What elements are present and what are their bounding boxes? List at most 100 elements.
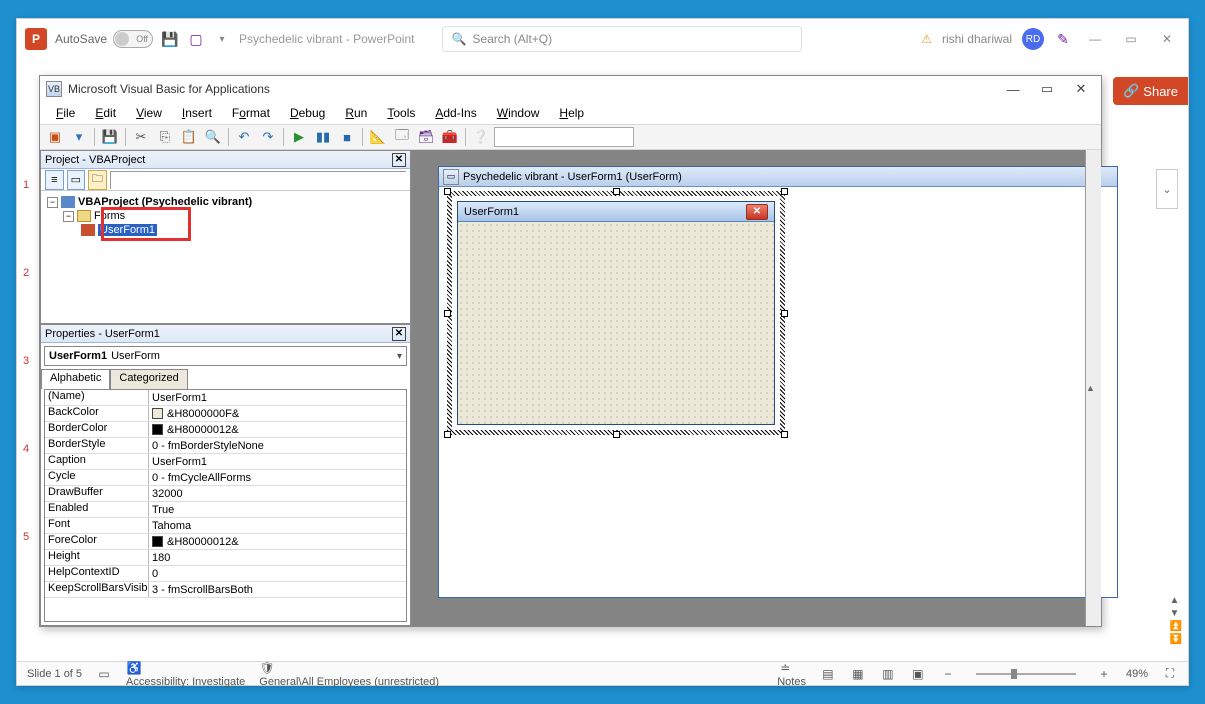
property-row[interactable]: ForeColor&H80000012& [45, 534, 406, 550]
design-mode-icon[interactable]: 📐 [367, 126, 389, 148]
menu-help[interactable]: Help [551, 104, 592, 122]
property-row[interactable]: BackColor&H8000000F& [45, 406, 406, 422]
property-row[interactable]: (Name)UserForm1 [45, 390, 406, 406]
present-icon[interactable]: ▢ [187, 30, 205, 48]
menu-insert[interactable]: Insert [174, 104, 220, 122]
property-value[interactable]: &H80000012& [149, 422, 406, 437]
notes-button[interactable]: ≐Notes [777, 660, 806, 688]
maximize-button[interactable]: ▭ [1118, 26, 1144, 52]
tree-userform-item[interactable]: UserForm1 [81, 223, 404, 237]
insert-dropdown-icon[interactable]: ▾ [68, 126, 90, 148]
menu-addins[interactable]: Add-Ins [427, 104, 484, 122]
minimize-button[interactable]: — [1082, 26, 1108, 52]
view-code-icon[interactable]: ≡ [45, 170, 64, 190]
form-designer-surface[interactable]: UserForm1 ✕ [439, 187, 1117, 597]
zoom-out-button[interactable]: − [940, 666, 956, 682]
spellcheck-icon[interactable]: ▭ [96, 666, 112, 682]
property-row[interactable]: BorderStyle0 - fmBorderStyleNone [45, 438, 406, 454]
view-ppt-icon[interactable]: ▣ [44, 126, 66, 148]
property-row[interactable]: KeepScrollBarsVisible3 - fmScrollBarsBot… [45, 582, 406, 598]
close-button[interactable]: ✕ [1154, 26, 1180, 52]
view-object-icon[interactable]: ▭ [67, 170, 86, 190]
qat-overflow-icon[interactable]: ▾ [213, 30, 231, 48]
slide-nav-arrows[interactable]: ▲ ▼ ⏫ ⏬ [1170, 595, 1182, 645]
property-row[interactable]: Cycle0 - fmCycleAllForms [45, 470, 406, 486]
resize-handle-n[interactable] [613, 188, 620, 195]
property-value[interactable]: 3 - fmScrollBarsBoth [149, 582, 406, 597]
save-icon[interactable]: 💾 [99, 126, 121, 148]
property-row[interactable]: HelpContextID0 [45, 566, 406, 582]
vba-maximize-button[interactable]: ▭ [1033, 79, 1061, 99]
userform-preview[interactable]: UserForm1 ✕ [457, 201, 775, 425]
view-normal-icon[interactable]: ▤ [820, 666, 836, 682]
chevron-up-icon[interactable]: ▲ [1170, 595, 1182, 606]
paste-icon[interactable]: 📋 [178, 126, 200, 148]
resize-handle-nw[interactable] [444, 188, 451, 195]
chevron-up-icon[interactable]: ▲ [1086, 383, 1095, 393]
project-explorer-close-button[interactable]: ✕ [392, 153, 406, 167]
resize-handle-se[interactable] [781, 431, 788, 438]
tree-forms-folder[interactable]: − Forms [63, 209, 404, 223]
menu-tools[interactable]: Tools [379, 104, 423, 122]
view-reading-icon[interactable]: ▥ [880, 666, 896, 682]
properties-icon[interactable]: 🗔 [391, 126, 413, 148]
pen-tools-icon[interactable]: ✎ [1054, 30, 1072, 48]
double-up-icon[interactable]: ⏫ [1170, 621, 1182, 632]
property-value[interactable]: &H80000012& [149, 534, 406, 549]
properties-grid[interactable]: (Name)UserForm1BackColor&H8000000F&Borde… [44, 389, 407, 622]
project-tree[interactable]: − VBAProject (Psychedelic vibrant) − For… [41, 191, 410, 319]
copy-icon[interactable]: ⎘ [154, 126, 176, 148]
toggle-off-icon[interactable]: Off [113, 30, 153, 48]
property-value[interactable]: UserForm1 [149, 390, 406, 405]
menu-debug[interactable]: Debug [282, 104, 333, 122]
chevron-down-icon[interactable]: ▼ [1170, 608, 1182, 619]
tab-alphabetic[interactable]: Alphabetic [41, 369, 110, 389]
cut-icon[interactable]: ✂ [130, 126, 152, 148]
resize-handle-ne[interactable] [781, 188, 788, 195]
object-browser-icon[interactable]: 🗃 [415, 126, 437, 148]
menu-file[interactable]: FFileile [48, 104, 83, 122]
mdi-scrollbar[interactable]: ▲ [1085, 150, 1101, 626]
vba-close-button[interactable]: ✕ [1067, 79, 1095, 99]
property-value[interactable]: 180 [149, 550, 406, 565]
property-row[interactable]: BorderColor&H80000012& [45, 422, 406, 438]
toolbox-icon[interactable]: 🧰 [439, 126, 461, 148]
zoom-percent[interactable]: 49% [1126, 668, 1148, 680]
selection-frame[interactable]: UserForm1 ✕ [447, 191, 785, 435]
menu-window[interactable]: Window [489, 104, 548, 122]
property-value[interactable]: 0 [149, 566, 406, 581]
tree-project-root[interactable]: − VBAProject (Psychedelic vibrant) [47, 195, 404, 209]
property-value[interactable]: True [149, 502, 406, 517]
property-row[interactable]: FontTahoma [45, 518, 406, 534]
break-icon[interactable]: ▮▮ [312, 126, 334, 148]
collapse-icon[interactable]: − [47, 197, 58, 208]
user-avatar[interactable]: RD [1022, 28, 1044, 50]
property-row[interactable]: Height180 [45, 550, 406, 566]
menu-view[interactable]: View [128, 104, 170, 122]
redo-icon[interactable]: ↷ [257, 126, 279, 148]
menu-run[interactable]: Run [337, 104, 375, 122]
status-sensitivity[interactable]: 🛡 General\All Employees (unrestricted) [259, 660, 439, 688]
resize-handle-s[interactable] [613, 431, 620, 438]
resize-handle-e[interactable] [781, 310, 788, 317]
vba-toolbar[interactable]: ▣ ▾ 💾 ✂ ⎘ 📋 🔍 ↶ ↷ ▶ ▮▮ ■ 📐 🗔 🗃 🧰 ❔ [40, 124, 1101, 150]
tab-categorized[interactable]: Categorized [110, 369, 187, 389]
property-row[interactable]: CaptionUserForm1 [45, 454, 406, 470]
zoom-slider[interactable] [976, 673, 1076, 675]
share-button[interactable]: 🔗 Share [1113, 77, 1188, 105]
reset-icon[interactable]: ■ [336, 126, 358, 148]
project-explorer-toolbar[interactable]: ≡ ▭ 🗀 [41, 169, 410, 191]
form-designer-mdi[interactable]: ▭ Psychedelic vibrant - UserForm1 (UserF… [438, 166, 1118, 598]
userform-close-button[interactable]: ✕ [746, 204, 768, 220]
property-value[interactable]: UserForm1 [149, 454, 406, 469]
properties-tabs[interactable]: Alphabetic Categorized [41, 369, 410, 389]
resize-handle-w[interactable] [444, 310, 451, 317]
search-input[interactable]: 🔍 Search (Alt+Q) [442, 26, 802, 52]
find-icon[interactable]: 🔍 [202, 126, 224, 148]
vba-menubar[interactable]: FFileile Edit View Insert Format Debug R… [40, 102, 1101, 124]
save-icon[interactable]: 💾 [161, 30, 179, 48]
property-value[interactable]: Tahoma [149, 518, 406, 533]
property-value[interactable]: 0 - fmCycleAllForms [149, 470, 406, 485]
property-value[interactable]: 32000 [149, 486, 406, 501]
undo-icon[interactable]: ↶ [233, 126, 255, 148]
